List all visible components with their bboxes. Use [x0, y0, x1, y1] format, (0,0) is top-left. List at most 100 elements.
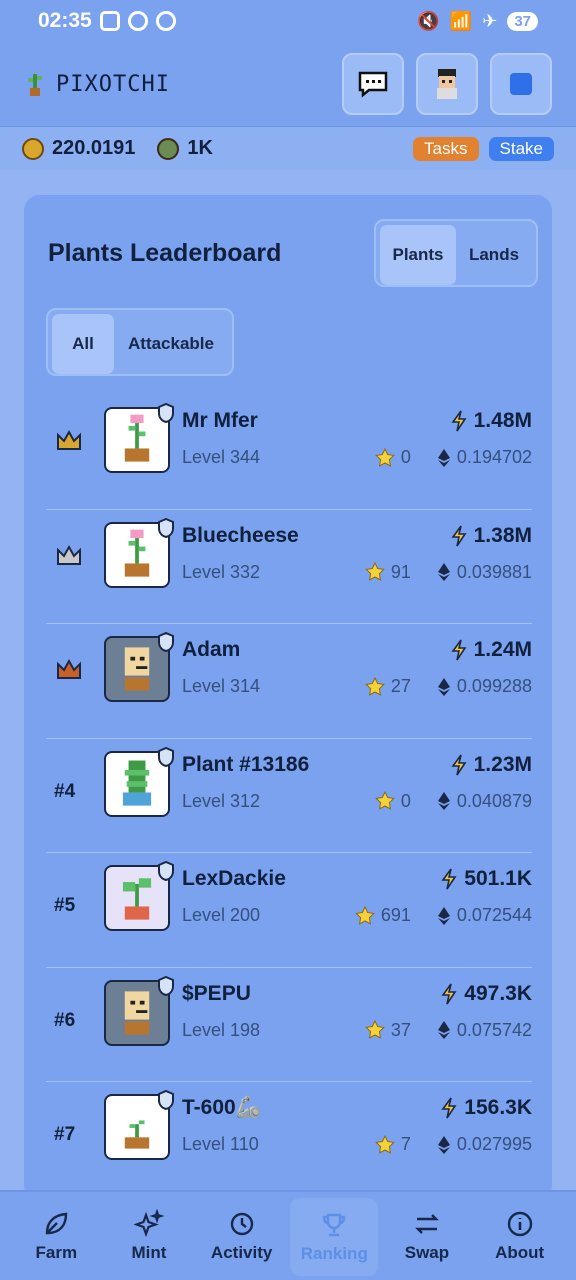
leaderboard-row[interactable]: #7 T-600🦾 Level 110 156.3K 7 0.027995 — [46, 1082, 532, 1197]
eth-icon — [437, 906, 450, 925]
menu-button[interactable] — [490, 53, 552, 115]
chat-icon — [358, 71, 388, 98]
plant-power: 156.3K — [440, 1096, 532, 1120]
stake-button[interactable]: Stake — [488, 136, 554, 161]
tasks-button[interactable]: Tasks — [413, 136, 479, 161]
leaderboard-row[interactable]: #5 LexDackie Level 200 501.1K 691 0.0725… — [46, 853, 532, 968]
plant-level: Level 110 — [182, 1134, 259, 1154]
plant-level: Level 198 — [182, 1019, 261, 1040]
crown-icon — [57, 544, 81, 565]
eth-icon — [437, 1135, 450, 1154]
eth-icon — [437, 1021, 450, 1039]
trophy-icon — [323, 1213, 346, 1237]
shield-icon — [158, 1090, 174, 1110]
star-count: 0 — [400, 447, 411, 467]
avatar-icon — [437, 69, 457, 99]
chat-button[interactable] — [342, 53, 404, 115]
plant-power: 1.23M — [450, 753, 532, 777]
plant-power: 501.1K — [440, 867, 532, 891]
plant-name: T-600🦾 — [182, 1096, 262, 1119]
leaderboard-title: Plants Leaderboard — [48, 239, 282, 267]
plant-power: 1.38M — [450, 524, 532, 548]
eth-amount: 0.027995 — [456, 1134, 532, 1154]
lightning-icon — [451, 525, 467, 546]
nav-swap[interactable]: Swap — [383, 1192, 471, 1280]
shield-icon — [158, 975, 174, 996]
star-icon — [365, 562, 385, 581]
shield-icon — [158, 517, 174, 538]
eth-amount: 0.075742 — [456, 1019, 532, 1040]
star-count: 37 — [390, 1019, 411, 1040]
lightning-icon — [451, 639, 467, 661]
plant-level: Level 344 — [182, 447, 261, 467]
app-title: PIXOTCHI — [56, 71, 170, 97]
filter-attackable[interactable]: Attackable — [114, 314, 228, 374]
star-icon — [375, 1134, 395, 1154]
status-time: 02:35 — [38, 9, 92, 32]
tab-lands[interactable]: Lands — [456, 225, 532, 285]
nav-farm[interactable]: Farm — [12, 1192, 100, 1280]
tab-plants[interactable]: Plants — [380, 225, 456, 285]
leaderboard-type-toggle: Plants Lands — [374, 219, 538, 287]
nav-mint[interactable]: Mint — [105, 1192, 193, 1280]
rank-number: #4 — [54, 780, 76, 802]
leaderboard-row[interactable]: #4 Plant #13186 Level 312 1.23M 0 0.0408… — [46, 739, 532, 853]
eth-icon — [437, 448, 450, 467]
airplane-icon: ✈ — [482, 10, 498, 31]
lightning-icon — [441, 1097, 457, 1119]
nav-about[interactable]: About — [476, 1192, 564, 1280]
rank-number: #5 — [54, 895, 76, 916]
leaderboard-card: Plants Leaderboard Plants Lands All Atta… — [22, 193, 554, 1203]
rank-number: #6 — [54, 1009, 76, 1031]
plant-stats: 91 0.039881 — [365, 562, 532, 583]
crown-icon — [57, 658, 81, 679]
star-icon — [365, 676, 385, 696]
leaderboard-list: Mr Mfer Level 344 1.48M 0 0.194702 Bluec… — [46, 395, 532, 1197]
leaderboard-row[interactable]: Mr Mfer Level 344 1.48M 0 0.194702 — [46, 395, 532, 510]
stop-icon — [510, 73, 532, 95]
eth-amount: 0.194702 — [456, 447, 532, 467]
token-balance: 220.0191 — [22, 137, 135, 160]
plant-name: Mr Mfer — [182, 409, 258, 432]
plant-level: Level 312 — [182, 790, 261, 811]
filter-all[interactable]: All — [52, 314, 114, 374]
plant-level: Level 332 — [182, 561, 261, 582]
bottom-navigation: Farm Mint Activity Ranking Swap About — [0, 1190, 576, 1280]
star-count: 27 — [390, 676, 411, 696]
plant-stats: 0 0.194702 — [375, 447, 532, 468]
star-icon — [354, 905, 375, 925]
profile-button[interactable] — [416, 53, 478, 115]
app-logo[interactable]: PIXOTCHI — [24, 70, 170, 98]
plant-power: 1.48M — [450, 409, 532, 433]
leaderboard-row[interactable]: Adam Level 314 1.24M 27 0.099288 — [46, 624, 532, 739]
crown-icon — [57, 429, 81, 450]
plant-stats: 37 0.075742 — [365, 1020, 532, 1041]
plant-level: Level 314 — [182, 676, 261, 696]
notification-icon — [127, 11, 148, 31]
plant-stats: 0 0.040879 — [375, 791, 532, 812]
plant-level: Level 200 — [182, 905, 261, 925]
eth-amount: 0.039881 — [456, 561, 532, 582]
plant-stats: 691 0.072544 — [354, 905, 532, 926]
shield-icon — [158, 632, 174, 652]
token-coin-icon — [22, 137, 44, 160]
status-bar: 02:35 🔇 📶 ✈ 37 — [0, 0, 576, 42]
star-icon — [365, 1020, 385, 1039]
plant-name: Plant #13186 — [182, 752, 310, 776]
rank-number: #7 — [54, 1124, 76, 1145]
nav-ranking[interactable]: Ranking — [290, 1198, 379, 1276]
history-icon — [230, 1212, 253, 1236]
screenshot-icon — [99, 11, 120, 31]
plant-balance: 1K — [157, 137, 213, 160]
notification-icon — [155, 11, 176, 31]
leaderboard-row[interactable]: #6 $PEPU Level 198 497.3K 37 0.075742 — [46, 968, 532, 1082]
eth-amount: 0.072544 — [456, 905, 532, 925]
plant-coin-icon — [157, 137, 180, 160]
battery-indicator: 37 — [507, 11, 538, 31]
wifi-icon: 📶 — [449, 10, 473, 31]
shield-icon — [158, 746, 174, 767]
plant-name: Bluecheese — [182, 523, 299, 547]
leaderboard-row[interactable]: Bluecheese Level 332 1.38M 91 0.039881 — [46, 510, 532, 624]
nav-activity[interactable]: Activity — [198, 1192, 286, 1280]
star-icon — [375, 791, 395, 810]
